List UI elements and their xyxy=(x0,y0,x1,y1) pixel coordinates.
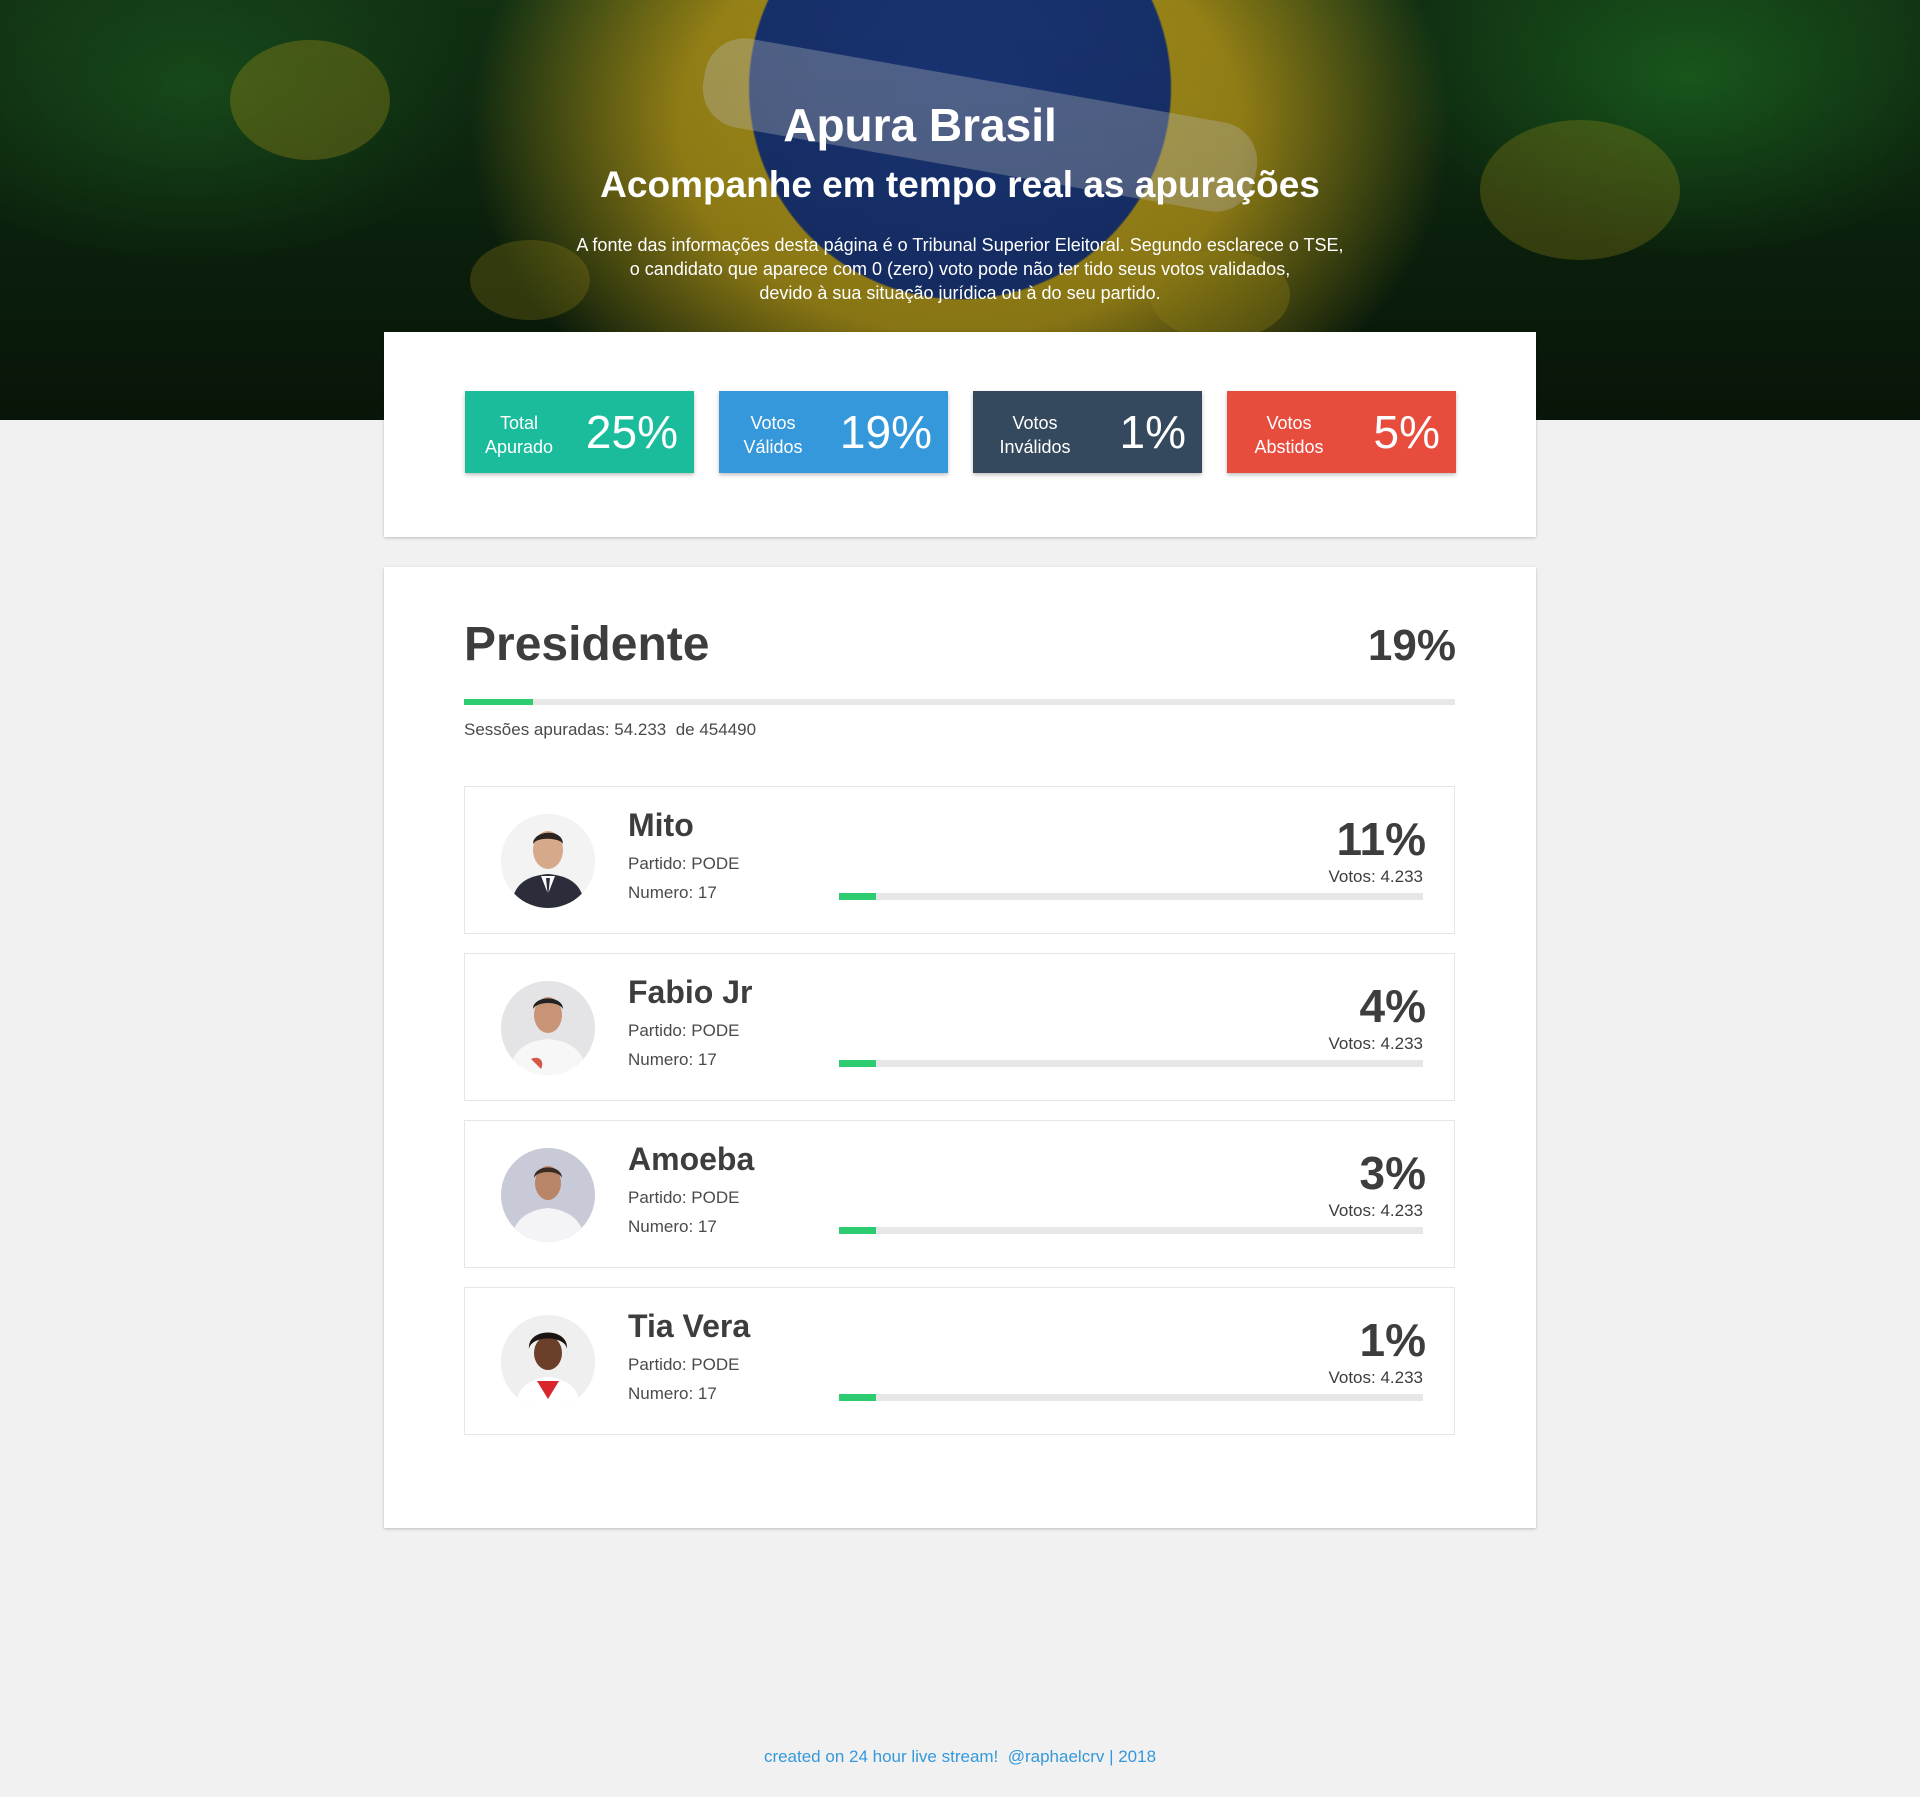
candidate-percent: 1% xyxy=(1359,1314,1426,1366)
stat-label: Votos Abstidos xyxy=(1241,411,1337,459)
stat-votos-abstidos: Votos Abstidos 5% xyxy=(1227,391,1456,473)
person-photo-icon xyxy=(501,814,595,908)
candidate-avatar xyxy=(501,814,595,908)
stat-value: 5% xyxy=(1373,406,1440,458)
candidate-votes: Votos: 4.233 xyxy=(1328,867,1423,886)
stat-label-line: Válidos xyxy=(743,437,803,457)
stat-votos-validos: Votos Válidos 19% xyxy=(719,391,948,473)
candidate-votes: Votos: 4.233 xyxy=(1328,1034,1423,1053)
candidate-progress-fill xyxy=(839,1394,877,1401)
candidate-number: Numero: 17 xyxy=(628,1217,717,1236)
candidate-votes: Votos: 4.233 xyxy=(1328,1201,1423,1220)
candidate-progress-bar xyxy=(839,1060,1423,1067)
candidate-name: Fabio Jr xyxy=(628,974,753,1010)
stat-label: Votos Válidos xyxy=(733,411,813,459)
candidate-progress-bar xyxy=(839,893,1423,900)
stat-label: Votos Inválidos xyxy=(987,411,1083,459)
candidate-avatar xyxy=(501,981,595,1075)
candidate-name: Amoeba xyxy=(628,1141,755,1177)
stat-value: 1% xyxy=(1119,406,1186,458)
stats-card: Total Apurado 25% Votos Válidos 19% Voto… xyxy=(384,332,1536,537)
candidate-party: Partido: PODE xyxy=(628,1355,740,1374)
candidate-card: Fabio Jr Partido: PODE Numero: 17 4% Vot… xyxy=(464,953,1455,1101)
candidate-card: Mito Partido: PODE Numero: 17 11% Votos:… xyxy=(464,786,1455,934)
stat-label-line: Apurado xyxy=(484,437,554,457)
footer-text[interactable]: created on 24 hour live stream! @raphael… xyxy=(764,1747,1156,1766)
person-photo-icon xyxy=(501,981,595,1075)
stat-label: Total Apurado xyxy=(479,411,559,459)
candidate-progress-fill xyxy=(839,1227,877,1234)
candidate-avatar xyxy=(501,1315,595,1409)
candidate-card: Amoeba Partido: PODE Numero: 17 3% Votos… xyxy=(464,1120,1455,1268)
page-title: Apura Brasil xyxy=(783,99,1057,151)
candidate-percent: 3% xyxy=(1359,1147,1426,1199)
person-photo-icon xyxy=(501,1148,595,1242)
candidate-name: Tia Vera xyxy=(628,1308,751,1344)
candidate-progress-bar xyxy=(839,1394,1423,1401)
sessions-counter: Sessões apuradas: 54.233 de 454490 xyxy=(464,720,756,740)
stat-label-line: Abstidos xyxy=(1254,437,1324,457)
stat-label-line: Votos xyxy=(1012,413,1058,433)
sessions-text: Sessões apuradas: 54.233 de 454490 xyxy=(464,720,757,739)
footer-credit[interactable]: created on 24 hour live stream! @raphael… xyxy=(0,1747,1920,1767)
candidate-party: Partido: PODE xyxy=(628,854,740,873)
candidate-percent: 4% xyxy=(1359,980,1426,1032)
candidate-name: Mito xyxy=(628,807,694,843)
candidate-progress-fill xyxy=(839,893,877,900)
disclaimer-line: devido à sua situação jurídica ou à do s… xyxy=(759,283,1161,303)
source-disclaimer: A fonte das informações desta página é o… xyxy=(0,233,1920,305)
disclaimer-line: A fonte das informações desta página é o… xyxy=(576,235,1344,255)
person-photo-icon xyxy=(501,1315,595,1409)
stat-value: 19% xyxy=(839,406,932,458)
section-percent: 19% xyxy=(1367,621,1456,670)
page-subtitle: Acompanhe em tempo real as apurações xyxy=(600,164,1320,205)
candidate-votes: Votos: 4.233 xyxy=(1328,1368,1423,1387)
candidate-percent: 11% xyxy=(1336,813,1426,865)
stat-votos-invalidos: Votos Inválidos 1% xyxy=(973,391,1202,473)
stat-label-line: Votos xyxy=(750,413,796,433)
candidate-progress-bar xyxy=(839,1227,1423,1234)
candidate-progress-fill xyxy=(839,1060,877,1067)
stat-label-line: Votos xyxy=(1266,413,1312,433)
candidate-party: Partido: PODE xyxy=(628,1188,740,1207)
candidate-card: Tia Vera Partido: PODE Numero: 17 1% Vot… xyxy=(464,1287,1455,1435)
main-progress-fill xyxy=(464,699,534,705)
candidate-number: Numero: 17 xyxy=(628,1050,717,1069)
section-title: Presidente xyxy=(464,618,710,671)
stat-label-line: Inválidos xyxy=(999,437,1071,457)
candidate-number: Numero: 17 xyxy=(628,1384,717,1403)
stat-label-line: Total xyxy=(499,413,539,433)
main-progress-bar xyxy=(464,699,1455,705)
candidate-avatar xyxy=(501,1148,595,1242)
stat-total-apurado: Total Apurado 25% xyxy=(465,391,694,473)
candidate-number: Numero: 17 xyxy=(628,883,717,902)
disclaimer-line: o candidato que aparece com 0 (zero) vot… xyxy=(629,259,1291,279)
stat-value: 25% xyxy=(585,406,678,458)
results-card: Presidente 19% Sessões apuradas: 54.233 … xyxy=(384,567,1536,1528)
candidate-party: Partido: PODE xyxy=(628,1021,740,1040)
